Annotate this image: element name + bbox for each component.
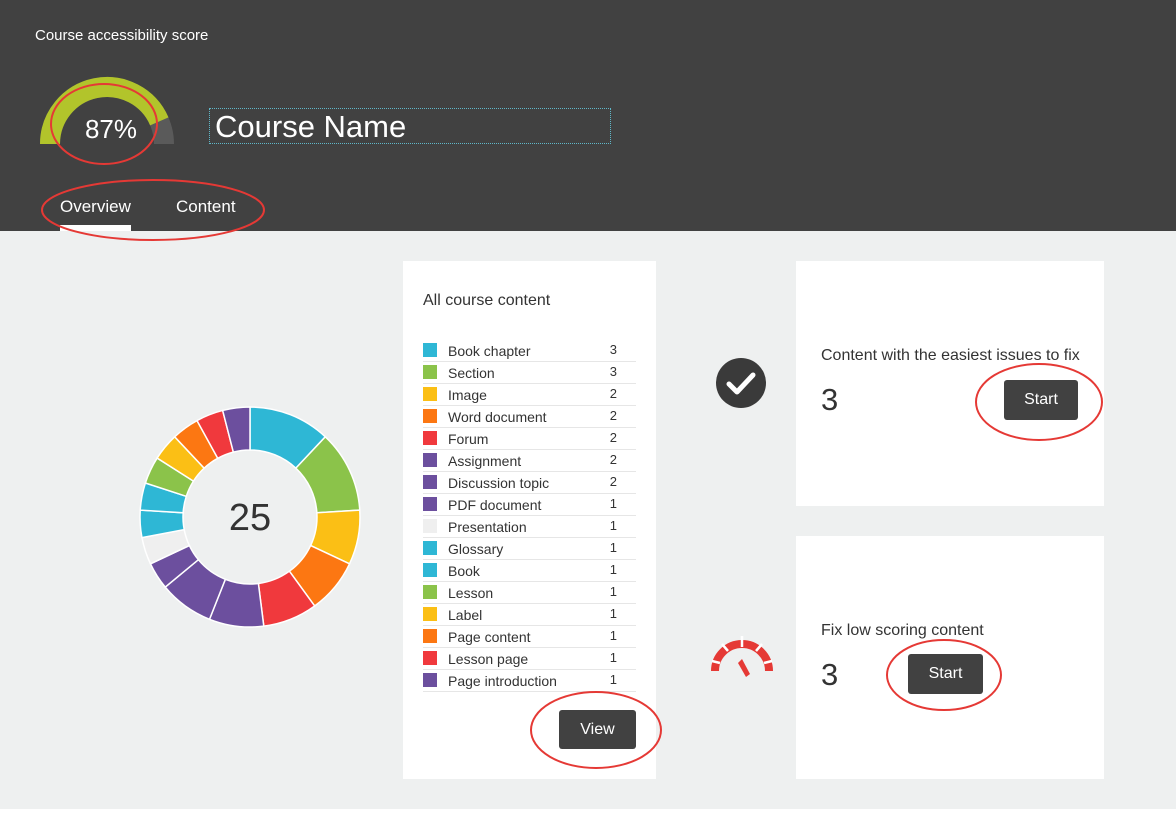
legend-swatch (423, 585, 437, 599)
legend-swatch (423, 365, 437, 379)
content-type-count: 1 (609, 650, 617, 665)
view-button[interactable]: View (559, 710, 636, 749)
easy-issues-count: 3 (821, 382, 839, 417)
legend-swatch (423, 409, 437, 423)
all-content-title: All course content (423, 292, 551, 309)
content-list-item: Label 1 (423, 604, 636, 626)
content-type-count: 1 (609, 562, 617, 577)
legend-swatch (423, 673, 437, 687)
content-list-item: Section 3 (423, 362, 636, 384)
content-list-item: Word document 2 (423, 406, 636, 428)
content-list-item: Forum 2 (423, 428, 636, 450)
legend-swatch (423, 563, 437, 577)
tab-content[interactable]: Content (176, 197, 236, 217)
legend-swatch (423, 541, 437, 555)
low-scoring-heading: Fix low scoring content (821, 622, 984, 639)
content-list-item: Page introduction 1 (423, 670, 636, 692)
low-scoring-start-button[interactable]: Start (908, 654, 983, 694)
easy-issues-start-button[interactable]: Start (1004, 380, 1078, 420)
content-type-count: 1 (609, 584, 617, 599)
low-scoring-count: 3 (821, 657, 839, 692)
content-list-item: Image 2 (423, 384, 636, 406)
legend-swatch (423, 387, 437, 401)
content-list-item: Assignment 2 (423, 450, 636, 472)
content-type-name: Label (448, 607, 483, 623)
legend-swatch (423, 497, 437, 511)
content-type-name: Assignment (448, 453, 522, 469)
content-type-count: 1 (609, 518, 617, 533)
easy-issues-card: Content with the easiest issues to fix 3… (796, 261, 1104, 506)
content-type-name: Presentation (448, 519, 527, 535)
content-type-name: Word document (448, 409, 547, 425)
legend-swatch (423, 475, 437, 489)
content-type-count: 2 (609, 452, 617, 467)
content-type-name: PDF document (448, 497, 542, 513)
content-type-name: Lesson page (448, 651, 529, 667)
content-type-name: Book chapter (448, 343, 531, 359)
low-scoring-card: Fix low scoring content 3 Start (796, 536, 1104, 779)
content-list-item: Lesson page 1 (423, 648, 636, 670)
content-type-name: Glossary (448, 541, 504, 557)
score-label: Course accessibility score (35, 27, 209, 44)
legend-swatch (423, 607, 437, 621)
score-percent: 87% (84, 114, 138, 144)
content-list-item: Page content 1 (423, 626, 636, 648)
content-list-item: Book chapter 3 (423, 340, 636, 362)
legend-swatch (423, 651, 437, 665)
content-list-item: Discussion topic 2 (423, 472, 636, 494)
content-type-name: Forum (448, 431, 489, 447)
check-circle-icon (716, 358, 766, 408)
content-type-count: 2 (609, 408, 617, 423)
legend-swatch (423, 519, 437, 533)
speedometer-icon (711, 636, 773, 677)
tab-overview[interactable]: Overview (60, 197, 131, 217)
legend-swatch (423, 343, 437, 357)
course-name-field[interactable]: Course Name (209, 108, 611, 144)
content-list-item: Book 1 (423, 560, 636, 582)
content-list-item: Glossary 1 (423, 538, 636, 560)
content-type-count: 2 (609, 386, 617, 401)
content-type-name: Section (448, 365, 495, 381)
content-type-count: 1 (609, 672, 617, 687)
legend-swatch (423, 431, 437, 445)
content-type-name: Book (448, 563, 480, 579)
content-type-count: 1 (609, 606, 617, 621)
header-bar: Course accessibility score 87% Course Na… (0, 0, 1176, 231)
legend-swatch (423, 453, 437, 467)
content-type-count: 1 (609, 496, 617, 511)
content-list-item: Lesson 1 (423, 582, 636, 604)
donut-total: 25 (228, 497, 272, 539)
easy-issues-heading: Content with the easiest issues to fix (821, 347, 1080, 364)
content-type-count: 3 (609, 342, 617, 357)
content-type-name: Page content (448, 629, 531, 645)
content-list-item: PDF document 1 (423, 494, 636, 516)
content-type-count: 2 (609, 474, 617, 489)
content-type-count: 2 (609, 430, 617, 445)
legend-swatch (423, 629, 437, 643)
content-type-count: 3 (609, 364, 617, 379)
all-content-card: All course content Book chapter 3 Section 3… (403, 261, 656, 779)
content-type-name: Image (448, 387, 487, 403)
content-type-name: Lesson (448, 585, 494, 601)
content-list-item: Presentation 1 (423, 516, 636, 538)
content-type-count: 1 (609, 628, 617, 643)
content-type-list: Book chapter 3 Section 3 Image 2 Word document… (423, 340, 636, 692)
content-type-count: 1 (609, 540, 617, 555)
content-type-name: Page introduction (448, 673, 557, 689)
content-type-name: Discussion topic (448, 475, 550, 491)
